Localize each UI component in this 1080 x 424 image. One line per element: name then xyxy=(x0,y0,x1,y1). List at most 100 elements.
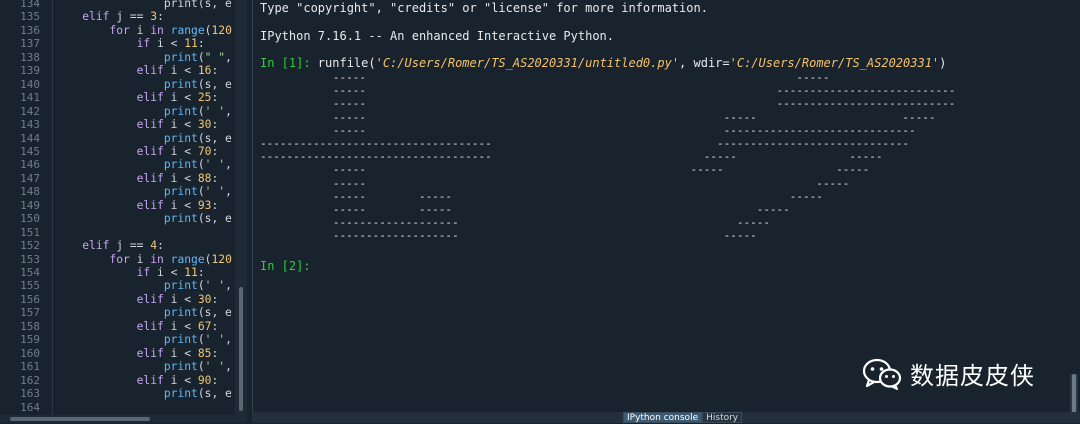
line-number: 140 xyxy=(20,77,40,91)
output-line: ----- --------------------------- xyxy=(260,84,956,98)
code-token: print(s, e xyxy=(55,0,232,10)
line-number: 161 xyxy=(20,360,40,374)
prompt-in-2[interactable]: In [2]: xyxy=(260,259,311,273)
code-token: elif xyxy=(136,64,164,78)
editor-horizontal-scrollbar[interactable] xyxy=(0,415,247,423)
code-text: if i < 11: xyxy=(55,37,205,51)
code-line: 161 print(' ', xyxy=(0,360,235,374)
code-text: for i in range(120 xyxy=(55,23,231,38)
code-line: 144 print(s, e xyxy=(0,132,235,146)
code-text: print(s, e xyxy=(55,306,232,320)
code-text: for i in range(120 xyxy=(55,253,231,267)
code-text: elif j == 4: xyxy=(55,239,164,253)
code-line: 146 print(' ', xyxy=(0,158,235,172)
code-token: ' ' xyxy=(204,104,226,118)
tab-history[interactable]: History xyxy=(702,412,743,423)
code-line: 149 elif i < 93: xyxy=(0,199,235,213)
code-line: 156 elif i < 30: xyxy=(0,293,235,307)
code-token: j == xyxy=(109,239,151,253)
cmd-suffix: ) xyxy=(939,56,947,70)
console-scrollbar[interactable] xyxy=(1070,374,1078,414)
tab-ipython-console[interactable]: IPython console xyxy=(623,412,703,423)
code-token: ( xyxy=(197,279,205,293)
code-token: elif xyxy=(136,118,164,132)
code-token: : xyxy=(197,266,205,279)
editor-horizontal-scroll-thumb[interactable] xyxy=(10,417,150,421)
line-number: 143 xyxy=(20,118,40,132)
code-editor[interactable]: 134 print(s, e 135 elif j == 3: 136 for i … xyxy=(0,0,247,423)
code-token: i < xyxy=(163,64,198,78)
code-token: in xyxy=(150,23,164,37)
code-token: ' ' xyxy=(204,158,226,172)
editor-vertical-scrollbar[interactable] xyxy=(235,0,247,415)
code-token: i < xyxy=(150,266,185,279)
code-line: 139 elif i < 16: xyxy=(0,64,235,78)
line-number: 162 xyxy=(20,373,40,387)
code-line: 159 print(' ', xyxy=(0,333,235,347)
code-token: i < xyxy=(163,198,198,212)
runfile-command: In [1]: runfile('C:/Users/Romer/TS_AS202… xyxy=(260,56,946,70)
code-token: elif xyxy=(136,198,164,212)
code-token: (s, e xyxy=(197,77,232,91)
code-token: ' ' xyxy=(204,185,226,199)
line-number: 158 xyxy=(20,319,40,333)
code-token: 90 xyxy=(197,373,212,387)
line-number: 146 xyxy=(20,158,40,172)
code-token: ' ' xyxy=(204,360,226,374)
code-token: : xyxy=(157,10,164,24)
ipython-console[interactable]: Type "copyright", "credits" or "license"… xyxy=(252,0,1080,412)
line-number: 148 xyxy=(20,185,40,199)
code-token: ( xyxy=(197,158,205,172)
code-line: 160 elif i < 85: xyxy=(0,347,235,361)
line-number: 157 xyxy=(20,306,40,320)
code-text: elif i < 25: xyxy=(55,91,219,105)
code-token: (s, e xyxy=(197,306,232,320)
code-token: print xyxy=(163,212,198,226)
code-token: 70 xyxy=(197,144,212,158)
line-number: 154 xyxy=(20,266,40,279)
code-token: , xyxy=(225,185,232,199)
code-text: print(' ', xyxy=(55,158,232,172)
code-token: ( xyxy=(197,360,205,374)
code-token: i < xyxy=(163,118,198,132)
code-line: 150 print(s, e xyxy=(0,212,235,226)
code-line: 143 elif i < 30: xyxy=(0,118,235,132)
code-token: print xyxy=(163,306,198,320)
line-number: 156 xyxy=(20,292,40,306)
editor-vertical-scroll-thumb[interactable] xyxy=(239,287,243,411)
code-token: 30 xyxy=(197,118,212,132)
code-token: ' ' xyxy=(204,333,226,347)
code-text: print(' ', xyxy=(55,185,232,199)
output-line: ----- ----- ----- xyxy=(260,163,870,177)
line-number: 153 xyxy=(20,252,40,266)
line-number: 144 xyxy=(20,131,40,145)
code-token: : xyxy=(197,37,205,51)
code-token: i < xyxy=(163,171,198,185)
code-text: print(s, e xyxy=(55,78,232,92)
console-scroll-thumb[interactable] xyxy=(1072,374,1076,414)
line-number: 145 xyxy=(20,144,40,158)
code-line: 164 xyxy=(0,401,235,415)
code-line: 158 elif i < 67: xyxy=(0,320,235,334)
code-token: ' ' xyxy=(204,279,226,293)
cmd-file-path: 'C:/Users/Romer/TS_AS2020331/untitled0.p… xyxy=(375,56,680,70)
line-number: 149 xyxy=(20,198,40,212)
line-number: 152 xyxy=(20,239,40,253)
output-line: ----------------------------------- ----… xyxy=(260,150,883,164)
code-token: : xyxy=(211,198,219,212)
output-line: ----- ----- ----- xyxy=(260,203,790,216)
